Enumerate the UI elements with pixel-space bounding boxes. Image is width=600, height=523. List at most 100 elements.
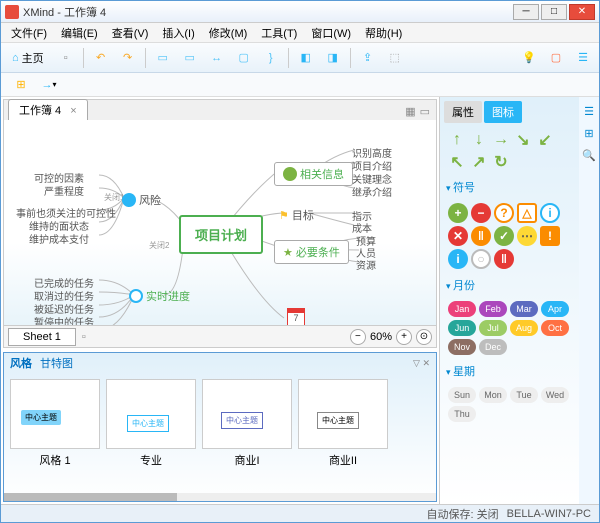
menu-file[interactable]: 文件(F)	[5, 23, 53, 43]
arrow-down-left-icon[interactable]: ↙	[536, 131, 554, 149]
boundary-button[interactable]: ▢	[232, 46, 256, 70]
section-weekdays[interactable]: 星期	[444, 359, 575, 383]
month-pill[interactable]: Dec	[479, 339, 507, 355]
symbol-minus[interactable]: −	[471, 203, 491, 223]
leaf-node[interactable]: 继承介绍	[352, 184, 392, 199]
add-sheet-button[interactable]: ▫	[76, 331, 92, 343]
summary-button[interactable]: }	[259, 46, 283, 70]
nav-button[interactable]: ⊞	[9, 73, 33, 97]
arrow-right-icon[interactable]: →	[492, 131, 510, 149]
month-pill[interactable]: Feb	[479, 301, 507, 317]
symbol-question[interactable]: ?	[494, 203, 514, 223]
branch-cond[interactable]: ★必要条件	[274, 240, 349, 264]
gallery-item[interactable]: 中心主题商业II	[298, 379, 388, 487]
undo-button[interactable]: ↶	[89, 46, 113, 70]
symbol-info[interactable]: i	[540, 203, 560, 223]
sheet-tab[interactable]: Sheet 1	[8, 328, 76, 346]
month-pill[interactable]: Jun	[448, 320, 476, 336]
symbol-empty[interactable]: ○	[471, 249, 491, 269]
section-symbols[interactable]: 符号	[444, 175, 575, 199]
zoom-in-button[interactable]: +	[396, 329, 412, 345]
close-button[interactable]: ✕	[569, 4, 595, 20]
zoom-fit-button[interactable]: ⊙	[416, 329, 432, 345]
menu-tools[interactable]: 工具(T)	[255, 23, 303, 43]
sidetool-grid-icon[interactable]: ⊞	[581, 125, 597, 141]
month-pill[interactable]: Jul	[479, 320, 507, 336]
redo-button[interactable]: ↷	[116, 46, 140, 70]
weekday-pill[interactable]: Wed	[541, 387, 569, 403]
gallery-item[interactable]: 中心主题专业	[106, 379, 196, 487]
home-button[interactable]: ⌂ 主页	[5, 46, 51, 70]
relation-button[interactable]: ↔	[205, 46, 229, 70]
menu-help[interactable]: 帮助(H)	[359, 23, 408, 43]
tool-b-button[interactable]: ◨	[321, 46, 345, 70]
idea-button[interactable]: 💡	[517, 46, 541, 70]
branch-risk[interactable]: 风险	[122, 192, 161, 208]
tool-a-button[interactable]: ◧	[294, 46, 318, 70]
weekday-pill[interactable]: Sun	[448, 387, 476, 403]
month-pill[interactable]: Nov	[448, 339, 476, 355]
leaf-node[interactable]: 暂停中的任务	[34, 314, 94, 325]
center-topic[interactable]: 项目计划	[179, 215, 263, 254]
gallery-close-icon[interactable]: ▽ ✕	[413, 358, 430, 369]
view-map-icon[interactable]: ▭	[420, 105, 430, 118]
symbol-warning[interactable]: △	[517, 203, 537, 223]
month-pill[interactable]: Jan	[448, 301, 476, 317]
workbook-tab[interactable]: 工作簿 4 ×	[8, 99, 88, 120]
menu-edit[interactable]: 编辑(E)	[55, 23, 104, 43]
month-pill[interactable]: Oct	[541, 320, 569, 336]
topic-button[interactable]: ▭	[151, 46, 175, 70]
minimize-button[interactable]: ─	[513, 4, 539, 20]
arrow-down-icon[interactable]: ↓	[470, 131, 488, 149]
gallery-scrollbar[interactable]	[4, 493, 436, 501]
subtopic-button[interactable]: ▭	[178, 46, 202, 70]
share-button[interactable]: ⇪	[356, 46, 380, 70]
branch-progress[interactable]: 实时进度	[129, 288, 190, 304]
weekday-pill[interactable]: Tue	[510, 387, 538, 403]
gallery-tab-gantt[interactable]: 甘特图	[40, 355, 73, 371]
zoom-out-button[interactable]: −	[350, 329, 366, 345]
weekday-pill[interactable]: Mon	[479, 387, 507, 403]
symbol-pause[interactable]: ‖	[471, 226, 491, 246]
symbol-x[interactable]: ✕	[448, 226, 468, 246]
menu-view[interactable]: 查看(V)	[106, 23, 155, 43]
month-pill[interactable]: Apr	[541, 301, 569, 317]
section-months[interactable]: 月份	[444, 273, 575, 297]
present-button[interactable]: ▢	[544, 46, 568, 70]
symbol-check[interactable]: ✓	[494, 226, 514, 246]
sidetool-outline-icon[interactable]: ☰	[581, 103, 597, 119]
sidetool-search-icon[interactable]: 🔍	[581, 147, 597, 163]
arrow-down-right-icon[interactable]: ↘	[514, 131, 532, 149]
panel-tab-properties[interactable]: 属性	[444, 101, 482, 123]
weekday-pill[interactable]: Thu	[448, 406, 476, 422]
branch-info[interactable]: 相关信息	[274, 162, 353, 186]
symbol-ellipsis[interactable]: ⋯	[517, 226, 537, 246]
arrow-up-right-icon[interactable]: ↗	[470, 153, 488, 171]
new-button[interactable]: ▫	[54, 46, 78, 70]
menu-modify[interactable]: 修改(M)	[203, 23, 254, 43]
month-pill[interactable]: Aug	[510, 320, 538, 336]
menu-insert[interactable]: 插入(I)	[156, 23, 200, 43]
export-button[interactable]: ⬚	[383, 46, 407, 70]
leaf-node[interactable]: 维护成本支付	[29, 231, 89, 246]
leaf-node[interactable]: 资源	[356, 257, 376, 272]
drill-button[interactable]: →▾	[37, 73, 61, 97]
gallery-item[interactable]: 中心主题商业I	[202, 379, 292, 487]
menu-window[interactable]: 窗口(W)	[305, 23, 357, 43]
arrow-refresh-icon[interactable]: ↻	[492, 153, 510, 171]
close-tab-icon[interactable]: ×	[70, 105, 76, 117]
branch-schedule[interactable]: 7 进度安排	[274, 308, 318, 325]
mindmap-canvas[interactable]: 可控的因素 严重程度 关闭1 事前也须关注的可控性 维持的面状态 维护成本支付 …	[4, 120, 436, 325]
view-grid-icon[interactable]: ▦	[405, 105, 415, 118]
gallery-tab-style[interactable]: 风格	[10, 355, 32, 371]
gantt-button[interactable]: ☰	[571, 46, 595, 70]
arrow-up-icon[interactable]: ↑	[448, 131, 466, 149]
panel-tab-icons[interactable]: 图标	[484, 101, 522, 123]
symbol-plus[interactable]: +	[448, 203, 468, 223]
gallery-item[interactable]: 中心主题风格 1	[10, 379, 100, 487]
maximize-button[interactable]: □	[541, 4, 567, 20]
symbol-info2[interactable]: i	[448, 249, 468, 269]
leaf-node[interactable]: 严重程度	[44, 183, 84, 198]
month-pill[interactable]: Mar	[510, 301, 538, 317]
branch-goal[interactable]: ⚑目标	[279, 207, 314, 223]
